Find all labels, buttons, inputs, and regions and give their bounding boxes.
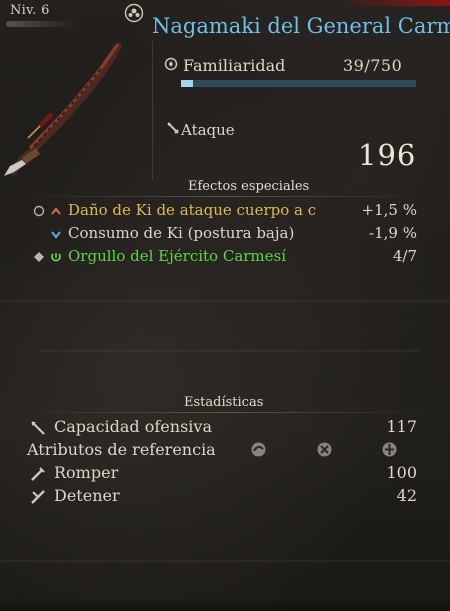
effect-slot-icon xyxy=(33,205,45,217)
break-value: 100 xyxy=(386,463,417,482)
break-label: Romper xyxy=(54,463,119,482)
set-gem-icon xyxy=(34,252,44,262)
special-effects-title: Efectos especiales xyxy=(188,179,310,194)
level-underline xyxy=(6,21,76,27)
effect-value: -1,9 % xyxy=(369,224,417,242)
familiarity-label: Familiaridad xyxy=(183,56,286,75)
familiarity-progress-bar xyxy=(181,80,416,87)
header-divider xyxy=(152,40,153,180)
strength-attribute-icon[interactable] xyxy=(250,441,267,458)
effect-text: Daño de Ki de ataque cuerpo a c xyxy=(68,201,317,219)
familiarity-value: 39/750 xyxy=(343,56,403,75)
up-arrow-icon xyxy=(51,207,61,215)
set-bonus-icon xyxy=(51,253,61,262)
attack-value: 196 xyxy=(358,138,417,172)
weapon-name: Nagamaki del General Carm xyxy=(152,14,450,38)
background-streak xyxy=(0,300,450,302)
attributes-label[interactable]: Atributos de referencia xyxy=(27,440,216,459)
down-arrow-icon xyxy=(51,231,61,239)
offensive-icon xyxy=(31,421,45,435)
weapon-image xyxy=(4,42,122,176)
attack-label: Ataque xyxy=(181,121,235,139)
break-icon xyxy=(31,467,45,481)
effect-text: Orgullo del Ejército Carmesí xyxy=(68,247,287,265)
familiarity-progress-fill xyxy=(181,80,194,87)
effect-row[interactable]: Consumo de Ki (postura baja) -1,9 % xyxy=(0,223,450,245)
weapon-level: Niv. 6 xyxy=(10,3,50,18)
parry-value: 42 xyxy=(396,486,417,505)
effect-value: +1,5 % xyxy=(361,201,417,219)
rarity-marker xyxy=(338,0,450,6)
effect-row[interactable]: Orgullo del Ejército Carmesí 4/7 xyxy=(0,246,450,268)
effect-row[interactable]: Daño de Ki de ataque cuerpo a c +1,5 % xyxy=(0,200,450,222)
statistics-title: Estadísticas xyxy=(184,395,264,410)
offensive-value: 117 xyxy=(386,417,417,436)
clan-emblem-icon xyxy=(124,3,144,23)
technique-attribute-icon[interactable] xyxy=(381,441,398,458)
offensive-label: Capacidad ofensiva xyxy=(54,417,212,436)
background-streak xyxy=(40,350,420,352)
section-divider xyxy=(20,196,430,197)
skill-attribute-icon[interactable] xyxy=(316,441,333,458)
attack-icon xyxy=(167,122,179,134)
bottom-shade xyxy=(0,598,450,611)
familiarity-icon xyxy=(164,57,178,71)
effect-text: Consumo de Ki (postura baja) xyxy=(68,224,295,242)
section-divider xyxy=(20,412,430,413)
background-streak xyxy=(0,560,450,562)
parry-icon xyxy=(31,490,45,504)
effect-value: 4/7 xyxy=(392,247,417,265)
parry-label: Detener xyxy=(54,486,120,505)
